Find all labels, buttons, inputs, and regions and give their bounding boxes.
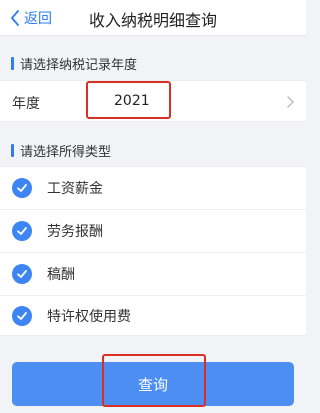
income-type-label: 工资薪金 bbox=[47, 181, 103, 197]
income-type-label: 特许权使用费 bbox=[47, 309, 131, 325]
income-type-heading: 请选择所得类型 bbox=[0, 137, 306, 163]
check-circle-icon[interactable] bbox=[12, 264, 32, 284]
section-accent-bar bbox=[11, 143, 14, 157]
income-type-item-franchise[interactable]: 特许权使用费 bbox=[0, 295, 306, 337]
section-accent-bar bbox=[11, 56, 14, 70]
chevron-right-icon bbox=[287, 96, 294, 108]
check-circle-icon[interactable] bbox=[12, 221, 32, 241]
check-circle-icon[interactable] bbox=[12, 178, 32, 198]
income-type-item-labor[interactable]: 劳务报酬 bbox=[0, 210, 306, 252]
navbar: 返回 收入纳税明细查询 bbox=[0, 0, 306, 36]
income-type-label: 稿酬 bbox=[47, 267, 75, 283]
check-circle-icon[interactable] bbox=[12, 306, 32, 326]
query-highlight-box bbox=[102, 354, 206, 407]
income-type-item-royalty[interactable]: 稿酬 bbox=[0, 253, 306, 295]
income-type-item-salary[interactable]: 工资薪金 bbox=[0, 167, 306, 209]
record-year-heading-text: 请选择纳税记录年度 bbox=[20, 57, 138, 73]
page-title: 收入纳税明细查询 bbox=[88, 11, 217, 30]
income-type-list: 工资薪金 劳务报酬 稿酬 特许权使用费 bbox=[0, 166, 306, 336]
year-label: 年度 bbox=[12, 96, 40, 112]
record-year-heading: 请选择纳税记录年度 bbox=[0, 50, 306, 76]
year-highlight-box bbox=[86, 81, 171, 119]
income-type-label: 劳务报酬 bbox=[47, 224, 103, 240]
income-type-heading-text: 请选择所得类型 bbox=[20, 144, 112, 160]
